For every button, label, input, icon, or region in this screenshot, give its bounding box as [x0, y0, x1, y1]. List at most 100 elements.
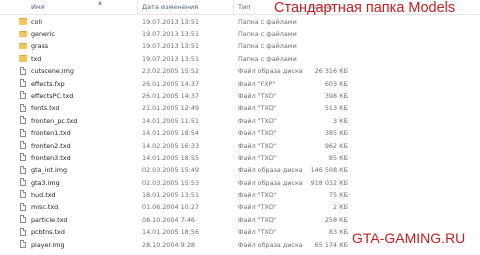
file-date-modified: 08.10.2004 7:46 [142, 215, 195, 224]
file-type: Файл "TXD" [238, 191, 277, 200]
file-type: Папка с файлами [238, 29, 297, 38]
file-row[interactable]: fonts.txd 21.01.2005 12:49 Файл "TXD" 513 К… [0, 102, 480, 114]
file-date-modified: 19.07.2013 13:51 [142, 17, 200, 26]
file-name: gta_int.img [31, 166, 68, 175]
file-date-modified: 02.03.2005 15:49 [142, 166, 200, 175]
file-size: 258 КБ [324, 215, 348, 224]
file-row[interactable]: coll 19.07.2013 13:51 Папка с файлами [0, 15, 480, 27]
folder-icon [19, 42, 27, 50]
file-row[interactable]: grass 19.07.2013 13:51 Папка с файлами [0, 40, 480, 52]
file-size: 65 174 КБ [314, 240, 348, 249]
folder-icon [19, 18, 27, 25]
file-row[interactable]: effects.fxp 26.01.2005 14:37 Файл "FXP" 603… [0, 77, 480, 89]
file-icon [20, 240, 26, 249]
file-type: Файл "TXD" [238, 215, 277, 224]
file-date-modified: 26.01.2005 14:37 [142, 91, 200, 100]
file-date-modified: 14.01.2005 18:54 [142, 129, 200, 138]
file-type: Папка с файлами [238, 17, 297, 26]
file-name: fronten_pc.txd [31, 116, 78, 125]
file-type: Файл образа диска [238, 240, 303, 249]
file-name: txd [31, 54, 42, 63]
file-icon [20, 91, 26, 100]
column-separator[interactable] [137, 0, 138, 14]
file-name: fonts.txd [31, 104, 60, 113]
file-date-modified: 02.03.2005 15:53 [142, 178, 200, 187]
file-type: Файл "TXD" [238, 129, 277, 138]
column-header-name[interactable]: Имя [31, 3, 45, 11]
file-date-modified: 19.07.2013 13:51 [142, 29, 200, 38]
file-date-modified: 14.01.2005 18:55 [142, 153, 200, 162]
file-type: Файл "TXD" [238, 141, 277, 150]
file-size: 398 КБ [324, 91, 348, 100]
file-name: fronten3.txd [31, 153, 71, 162]
file-row[interactable]: gta3.img 02.03.2005 15:53 Файл образа диск… [0, 176, 480, 188]
column-separator[interactable] [233, 0, 234, 14]
file-row[interactable]: txd 19.07.2013 13:51 Папка с файлами [0, 52, 480, 64]
file-name: pcbtns.txd [31, 228, 65, 237]
file-date-modified: 21.01.2005 12:49 [142, 104, 200, 113]
file-icon [20, 140, 26, 149]
file-date-modified: 19.07.2013 13:51 [142, 54, 200, 63]
file-row[interactable]: hud.txd 18.01.2005 13:51 Файл "TXD" 75 КБ [0, 188, 480, 200]
file-size: 513 КБ [324, 104, 348, 113]
file-name: generic [31, 29, 55, 38]
file-icon [20, 202, 26, 211]
file-icon [20, 116, 26, 125]
file-type: Папка с файлами [238, 54, 297, 63]
file-size: 146 508 КБ [310, 166, 348, 175]
file-row[interactable]: fronten_pc.txd 14.01.2005 11:51 Файл "TXD"… [0, 114, 480, 126]
column-header-date[interactable]: Дата изменения [142, 3, 198, 11]
file-name: particle.txd [31, 215, 68, 224]
file-name: misc.txd [31, 203, 59, 212]
file-row[interactable]: generic 19.07.2013 13:51 Папка с файлами [0, 27, 480, 39]
file-size: 83 КБ [328, 228, 348, 237]
file-icon [20, 103, 26, 112]
file-name: fronten1.txd [31, 129, 71, 138]
file-size: 85 КБ [328, 153, 348, 162]
watermark-text: GTA-GAMING.RU [352, 230, 466, 246]
file-name: gta3.img [31, 178, 60, 187]
sort-ascending-icon: ▲ [98, 0, 102, 6]
file-type: Файл "TXD" [238, 228, 277, 237]
file-row[interactable]: fronten3.txd 14.01.2005 18:55 Файл "TXD" 85… [0, 151, 480, 163]
file-icon [20, 165, 26, 174]
file-date-modified: 01.06.2004 10:27 [142, 203, 200, 212]
file-type: Файл "TXD" [238, 91, 277, 100]
file-row[interactable]: particle.txd 08.10.2004 7:46 Файл "TXD" 258… [0, 213, 480, 225]
file-icon [20, 128, 26, 137]
file-icon [20, 66, 26, 75]
file-type: Файл "TXD" [238, 153, 277, 162]
file-icon [20, 227, 26, 236]
file-row[interactable]: misc.txd 01.06.2004 10:27 Файл "TXD" 2 КБ [0, 201, 480, 213]
file-row[interactable]: fronten1.txd 14.01.2005 18:54 Файл "TXD" 38… [0, 127, 480, 139]
file-type: Файл образа диска [238, 178, 303, 187]
file-type: Файл "TXD" [238, 203, 277, 212]
file-size: 75 КБ [328, 191, 348, 200]
file-name: fronten2.txd [31, 141, 71, 150]
file-size: 385 КБ [324, 129, 348, 138]
overlay-title-text: Стандартная папка Models [274, 0, 456, 16]
file-row[interactable]: gta_int.img 02.03.2005 15:49 Файл образа д… [0, 164, 480, 176]
file-row[interactable]: fronten2.txd 14.02.2005 16:33 Файл "TXD" 96… [0, 139, 480, 151]
file-name: cutscene.img [31, 67, 74, 76]
file-size: 962 КБ [324, 141, 348, 150]
column-header-type[interactable]: Тип [238, 3, 250, 11]
file-row[interactable]: cutscene.img 23.02.2005 15:52 Файл образа … [0, 65, 480, 77]
file-date-modified: 14.02.2005 16:33 [142, 141, 200, 150]
file-date-modified: 19.07.2013 13:51 [142, 42, 200, 51]
file-name: player.img [31, 240, 65, 249]
file-type: Файл образа диска [238, 166, 303, 175]
file-name: effects.fxp [31, 79, 65, 88]
file-size: 603 КБ [324, 79, 348, 88]
file-name: effectsPC.txd [31, 91, 74, 100]
file-date-modified: 14.01.2005 18:56 [142, 228, 200, 237]
file-size: 918 032 КБ [310, 178, 348, 187]
file-size: 26 316 КБ [314, 67, 348, 76]
file-name: grass [31, 42, 49, 51]
file-date-modified: 23.02.2005 15:52 [142, 67, 200, 76]
file-icon [20, 215, 26, 224]
file-row[interactable]: effectsPC.txd 26.01.2005 14:37 Файл "TXD" 3… [0, 89, 480, 101]
file-size: 3 КБ [332, 116, 348, 125]
file-date-modified: 14.01.2005 11:51 [142, 116, 200, 125]
folder-icon [19, 30, 27, 38]
